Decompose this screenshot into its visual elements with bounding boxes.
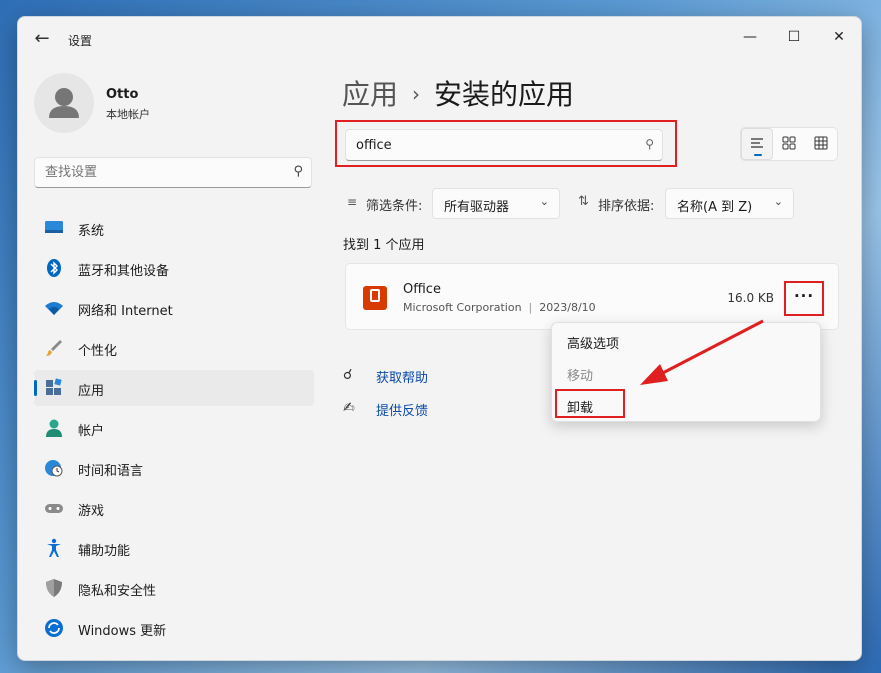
settings-search-input[interactable] bbox=[35, 158, 275, 187]
app-name: Office bbox=[403, 282, 441, 297]
filter-label: 筛选条件: bbox=[366, 199, 423, 214]
sidebar-item-system[interactable]: 系统 bbox=[34, 210, 314, 246]
more-options-button[interactable]: ··· bbox=[790, 285, 818, 312]
more-options-highlight: ··· bbox=[784, 281, 824, 316]
sidebar-item-windows-update[interactable]: Windows 更新 bbox=[34, 610, 314, 646]
view-toggle bbox=[740, 127, 838, 161]
menu-item-uninstall[interactable]: 卸载 bbox=[556, 391, 818, 421]
apps-icon bbox=[46, 378, 62, 395]
sidebar-item-bluetooth[interactable]: 蓝牙和其他设备 bbox=[34, 250, 314, 286]
office-app-icon bbox=[363, 286, 387, 310]
search-icon[interactable]: ⚲ bbox=[645, 137, 654, 151]
wifi-icon bbox=[45, 302, 63, 315]
bluetooth-icon bbox=[47, 259, 61, 277]
window-title: 设置 bbox=[68, 34, 93, 48]
app-publisher: Microsoft Corporation bbox=[403, 301, 522, 314]
brush-icon bbox=[46, 340, 62, 356]
sidebar-item-accounts[interactable]: 帐户 bbox=[34, 410, 314, 446]
sidebar-item-privacy[interactable]: 隐私和安全性 bbox=[34, 570, 314, 606]
menu-item-move: 移动 bbox=[567, 369, 594, 384]
shield-icon bbox=[46, 579, 62, 597]
profile-account-type: 本地帐户 bbox=[106, 108, 150, 121]
app-size: 16.0 KB bbox=[727, 291, 774, 305]
sidebar-item-network[interactable]: 网络和 Internet bbox=[34, 290, 314, 326]
breadcrumb-apps[interactable]: 应用 bbox=[342, 78, 398, 111]
close-button[interactable]: ✕ bbox=[819, 23, 859, 51]
settings-window: ← 设置 — ☐ ✕ Otto 本地帐户 ⚲ 系统 蓝牙和其他设备 网络和 In… bbox=[17, 16, 862, 661]
update-icon bbox=[45, 619, 63, 637]
person-icon bbox=[49, 88, 79, 118]
feedback-icon: ✍ bbox=[343, 400, 355, 416]
accessibility-icon bbox=[47, 538, 61, 557]
sidebar-item-accessibility[interactable]: 辅助功能 bbox=[34, 530, 314, 566]
chevron-down-icon: ⌄ bbox=[539, 195, 549, 208]
profile-name: Otto bbox=[106, 87, 139, 102]
sort-label: 排序依据: bbox=[598, 199, 655, 214]
minimize-button[interactable]: — bbox=[730, 23, 770, 51]
list-icon bbox=[751, 138, 763, 148]
page-title: 应用 › 安装的应用 bbox=[342, 73, 574, 113]
menu-item-advanced-options[interactable]: 高级选项 bbox=[556, 327, 818, 357]
app-date: 2023/8/10 bbox=[539, 301, 596, 314]
maximize-button[interactable]: ☐ bbox=[774, 23, 814, 51]
search-icon[interactable]: ⚲ bbox=[293, 164, 303, 179]
app-search-input[interactable] bbox=[346, 130, 626, 160]
sidebar-item-personalization[interactable]: 个性化 bbox=[34, 330, 314, 366]
avatar[interactable] bbox=[34, 73, 94, 133]
filter-icon: ≡ bbox=[347, 195, 358, 209]
get-help-link[interactable]: 获取帮助 bbox=[376, 367, 428, 386]
gamepad-icon bbox=[45, 504, 63, 513]
account-icon bbox=[46, 419, 62, 437]
app-search: ⚲ bbox=[345, 129, 663, 161]
app-search-highlight: ⚲ bbox=[335, 120, 677, 167]
settings-search: ⚲ bbox=[34, 157, 312, 188]
sidebar-item-gaming[interactable]: 游戏 bbox=[34, 490, 314, 526]
sidebar-item-time-language[interactable]: 时间和语言 bbox=[34, 450, 314, 486]
grid-view-button[interactable] bbox=[773, 128, 805, 160]
grid-icon bbox=[782, 136, 796, 150]
title-bar: ← 设置 — ☐ ✕ bbox=[18, 17, 861, 61]
chevron-down-icon: ⌄ bbox=[773, 195, 783, 208]
app-list-item: Office Microsoft Corporation | 2023/8/10 1… bbox=[345, 263, 839, 330]
breadcrumb-current: 安装的应用 bbox=[434, 78, 575, 111]
back-arrow-icon[interactable]: ← bbox=[30, 27, 54, 51]
globe-clock-icon bbox=[45, 460, 63, 477]
result-count: 找到 1 个应用 bbox=[343, 238, 425, 253]
breadcrumb-separator: › bbox=[412, 82, 421, 106]
sidebar-item-apps[interactable]: 应用 bbox=[34, 370, 314, 406]
table-view-button[interactable] bbox=[805, 128, 837, 160]
table-icon bbox=[814, 136, 828, 150]
drive-dropdown[interactable]: 所有驱动器 ⌄ bbox=[432, 188, 560, 219]
list-view-button[interactable] bbox=[741, 128, 773, 160]
app-context-menu: 高级选项 移动 卸载 bbox=[551, 322, 821, 422]
sidebar-nav: 系统 蓝牙和其他设备 网络和 Internet 个性化 应用 帐户 时间和语言 bbox=[34, 210, 314, 650]
monitor-icon bbox=[45, 221, 63, 233]
sort-dropdown[interactable]: 名称(A 到 Z) ⌄ bbox=[665, 188, 794, 219]
feedback-link[interactable]: 提供反馈 bbox=[376, 400, 428, 419]
help-icon: ☌ bbox=[343, 367, 353, 383]
sort-icon: ⇅ bbox=[578, 194, 589, 209]
app-meta: Microsoft Corporation | 2023/8/10 bbox=[403, 301, 596, 314]
